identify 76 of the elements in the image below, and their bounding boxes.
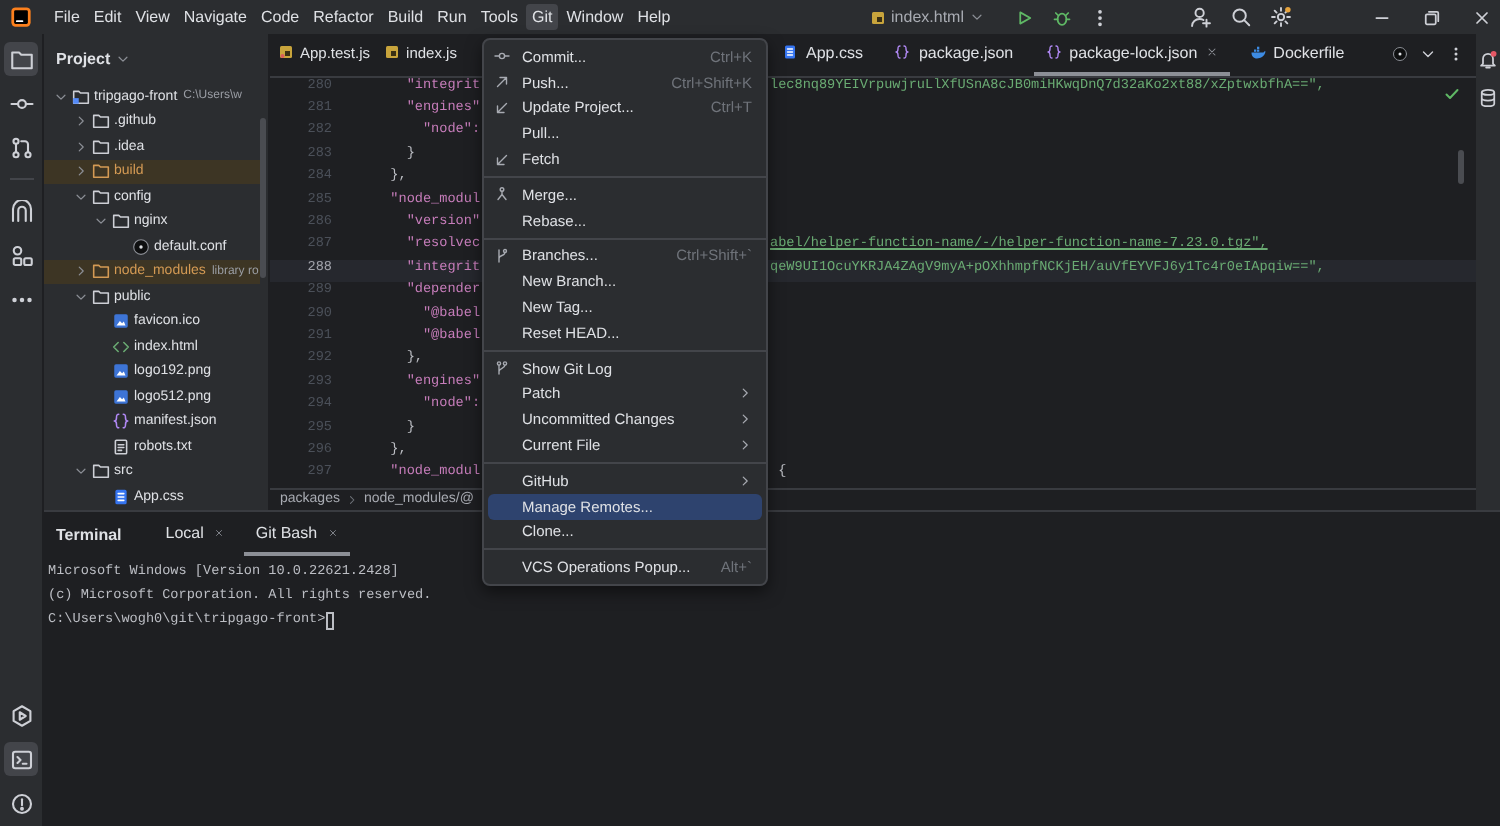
- menu-item[interactable]: Help: [631, 4, 677, 30]
- close-icon[interactable]: [1205, 46, 1218, 59]
- bell-icon[interactable]: [1478, 50, 1498, 70]
- terminal-tab[interactable]: Git Bash: [243, 512, 350, 556]
- panel-title[interactable]: Project: [56, 50, 111, 68]
- commit-icon: [494, 48, 510, 65]
- menu-item[interactable]: File: [48, 4, 86, 30]
- check-icon: [1444, 86, 1460, 102]
- menu-item[interactable]: Window: [560, 4, 630, 30]
- restore-icon[interactable]: [1422, 7, 1442, 27]
- menu-item[interactable]: Build: [381, 4, 430, 30]
- merge-icon: [494, 186, 510, 203]
- file-icon: [782, 44, 798, 61]
- branch-icon: [494, 247, 510, 264]
- chevron-down-icon[interactable]: [116, 52, 131, 66]
- tool-window-button[interactable]: [4, 742, 38, 776]
- close-icon[interactable]: [327, 527, 338, 537]
- arrow-down-left-icon: [494, 151, 510, 168]
- menu-item[interactable]: Git: [526, 4, 559, 30]
- chevron-right-icon: [345, 493, 358, 506]
- folder-icon: [92, 462, 110, 481]
- editor-tab[interactable]: package.json: [882, 34, 1026, 76]
- round-file-icon[interactable]: [1392, 46, 1408, 63]
- file-icon: [112, 487, 130, 506]
- menu-item[interactable]: Code: [254, 4, 306, 30]
- problems-icon: [9, 791, 33, 815]
- file-icon: [869, 9, 886, 25]
- database-icon[interactable]: [1478, 88, 1498, 108]
- chevron-down-icon: [970, 10, 984, 24]
- scrollbar[interactable]: [260, 118, 266, 278]
- scrollbar[interactable]: [1458, 150, 1464, 184]
- arch-icon: [9, 199, 33, 223]
- run-icon[interactable]: [1014, 7, 1034, 27]
- shapes-icon: [9, 243, 33, 267]
- app-logo-icon: [10, 6, 32, 28]
- editor-tab[interactable]: Dockerfile: [1237, 34, 1357, 76]
- editor-tab[interactable]: App.css: [770, 34, 875, 76]
- run-config-selector[interactable]: index.html: [869, 8, 984, 26]
- whale-icon: [1249, 44, 1266, 61]
- menu-item[interactable]: Tools: [474, 4, 524, 30]
- arrow-down-left-icon: [494, 99, 510, 116]
- code-brackets-icon: [112, 337, 130, 356]
- menu-item[interactable]: Navigate: [177, 4, 253, 30]
- git-log-icon: [494, 360, 510, 377]
- search-icon[interactable]: [1230, 6, 1252, 28]
- chevron-down-icon[interactable]: [1420, 46, 1436, 63]
- folder-icon: [9, 47, 33, 71]
- round-file-icon: [132, 237, 150, 256]
- image-file-icon: [112, 387, 130, 406]
- braces-icon: [1045, 44, 1062, 61]
- text-file-icon: [112, 437, 130, 456]
- panel-title: Terminal: [56, 523, 122, 547]
- image-file-icon: [112, 362, 130, 381]
- run-icon: [9, 703, 33, 727]
- pull-request-icon: [9, 135, 33, 159]
- menu-item[interactable]: Edit: [87, 4, 128, 30]
- folder-icon: [72, 87, 90, 106]
- settings-icon[interactable]: [1270, 6, 1292, 28]
- add-person-icon[interactable]: [1190, 6, 1212, 28]
- text-cursor: [325, 611, 334, 629]
- menu-item[interactable]: View: [129, 4, 176, 30]
- terminal-icon: [9, 747, 33, 771]
- close-icon[interactable]: [1472, 7, 1492, 27]
- terminal-tab[interactable]: Local: [153, 512, 236, 556]
- braces-icon: [112, 412, 130, 431]
- menu-item[interactable]: Refactor: [307, 4, 380, 30]
- image-file-icon: [112, 312, 130, 331]
- file-icon: [278, 44, 294, 61]
- menu-item[interactable]: Run: [431, 4, 473, 30]
- close-icon[interactable]: [213, 527, 224, 537]
- tool-window-button[interactable]: [4, 42, 38, 76]
- debug-icon[interactable]: [1052, 7, 1072, 27]
- arrow-up-right-icon: [494, 74, 510, 91]
- braces-icon: [894, 44, 911, 61]
- editor-tab[interactable]: package-lock.json: [1033, 34, 1230, 76]
- file-icon: [384, 44, 401, 61]
